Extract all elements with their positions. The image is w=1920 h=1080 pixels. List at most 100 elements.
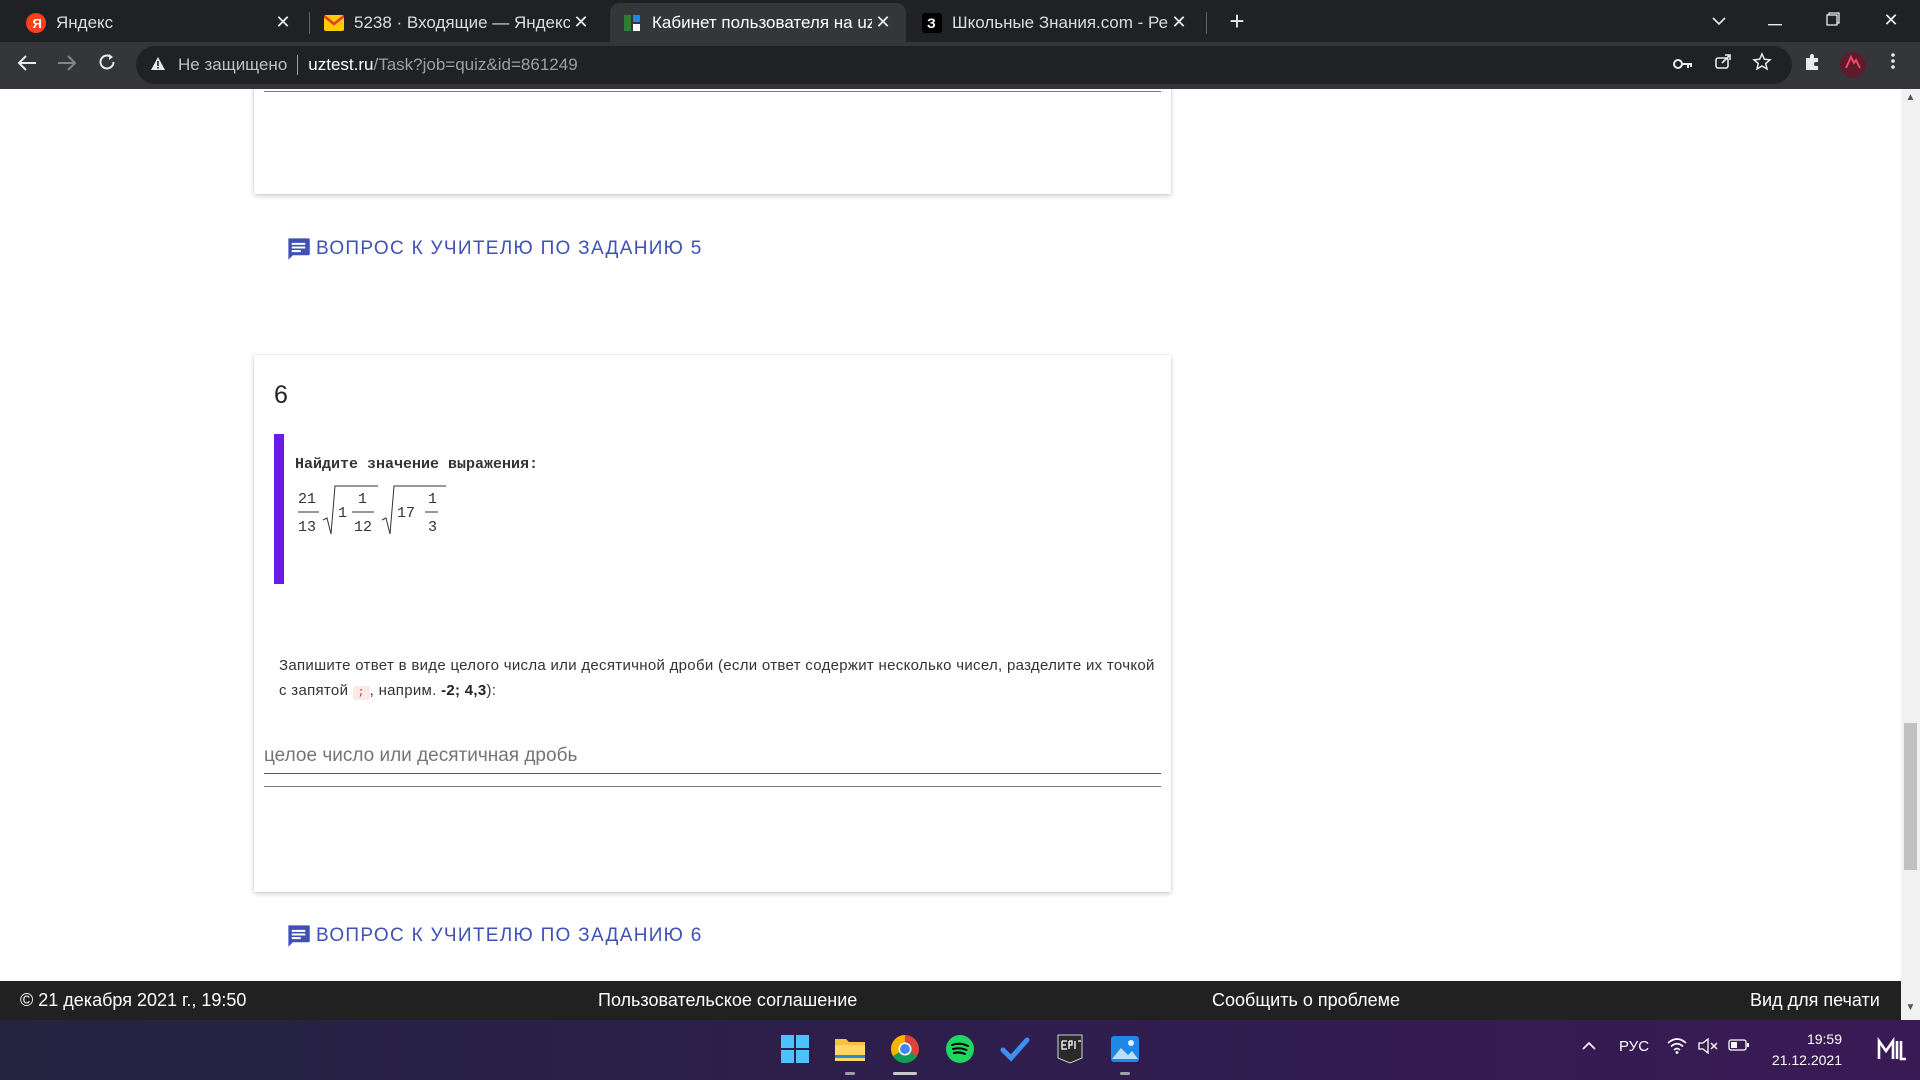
tab-separator <box>309 12 310 34</box>
reload-icon[interactable] <box>91 50 123 82</box>
yandex-icon: Я <box>26 12 46 33</box>
volume-muted-icon[interactable] <box>1698 1037 1718 1058</box>
url-host: uztest.ru <box>308 55 374 74</box>
footer-print-link[interactable]: Вид для печати <box>1750 990 1880 1011</box>
menu-kebab-icon[interactable] <box>1880 52 1906 78</box>
formula-coef-den: 13 <box>298 519 316 536</box>
tray-chevron-up-icon[interactable] <box>1581 1038 1597 1055</box>
forward-arrow-icon[interactable] <box>51 50 83 82</box>
wifi-icon[interactable] <box>1667 1038 1687 1058</box>
ask-teacher-link-5[interactable]: ВОПРОС К УЧИТЕЛЮ ПО ЗАДАНИЮ 5 <box>285 235 703 262</box>
window-close-icon[interactable]: ✕ <box>1866 4 1916 38</box>
address-bar[interactable]: Не защищено uztest.ru/Task?job=quiz&id=8… <box>136 46 1792 84</box>
tab-uztest[interactable]: Кабинет пользователя на uztest.ru ✕ <box>610 3 906 42</box>
system-clock[interactable]: 19:59 21.12.2021 <box>1770 1029 1842 1071</box>
tab-title: 5238 · Входящие — Яндекс.Почта <box>354 12 570 32</box>
formula-root2-num: 1 <box>428 491 437 508</box>
spotify-icon[interactable] <box>943 1032 977 1066</box>
bookmark-star-icon[interactable] <box>1749 52 1775 78</box>
question-card-5 <box>254 89 1171 194</box>
scrollbar-thumb[interactable] <box>1904 723 1917 870</box>
windows-taskbar: РУС 19:59 21.12.2021 <box>0 1020 1920 1080</box>
new-tab-plus-icon[interactable]: + <box>1222 7 1252 37</box>
znanija-icon: З <box>922 12 942 33</box>
ask-teacher-label: ВОПРОС К УЧИТЕЛЮ ПО ЗАДАНИЮ 6 <box>316 924 703 946</box>
taskbar-running-indicator <box>845 1072 855 1075</box>
extensions-puzzle-icon[interactable] <box>1799 52 1825 78</box>
separator-code: ; <box>352 686 370 700</box>
question-prompt: Найдите значение выражения: <box>295 456 539 473</box>
epic-games-icon[interactable] <box>1053 1032 1087 1066</box>
svg-text:З: З <box>927 15 936 31</box>
back-arrow-icon[interactable] <box>11 50 43 82</box>
clock-date: 21.12.2021 <box>1771 1052 1842 1068</box>
footer-copyright: © 21 декабря 2021 г., 19:50 <box>20 990 247 1010</box>
site-footer: © 21 декабря 2021 г., 19:50 Пользователь… <box>0 981 1901 1020</box>
taskbar-running-indicator <box>1120 1072 1130 1075</box>
page-scrollbar[interactable] <box>1901 89 1920 1020</box>
notification-logo-icon[interactable] <box>1875 1032 1909 1066</box>
close-icon[interactable]: ✕ <box>1168 12 1190 33</box>
key-icon[interactable] <box>1670 52 1696 78</box>
profile-avatar-icon[interactable] <box>1840 52 1866 78</box>
battery-icon[interactable] <box>1728 1038 1750 1056</box>
answer-underline <box>264 91 1161 92</box>
answer-instruction: Запишите ответ в виде целого числа или д… <box>279 653 1159 706</box>
formula-root1-den: 12 <box>354 519 372 536</box>
math-formula: 21 13 1 1 12 17 1 3 <box>298 485 446 536</box>
formula-root2-den: 3 <box>428 519 437 536</box>
warning-triangle-icon[interactable] <box>150 56 166 75</box>
footer-agreement-link[interactable]: Пользовательское соглашение <box>598 990 857 1011</box>
clock-time: 19:59 <box>1806 1031 1842 1047</box>
close-icon[interactable]: ✕ <box>872 12 894 33</box>
scroll-down-arrow-icon[interactable]: ▼ <box>1901 1002 1920 1016</box>
taskbar-active-indicator <box>893 1072 917 1075</box>
close-icon[interactable]: ✕ <box>272 12 294 33</box>
browser-tab-strip: Я Яндекс ✕ 5238 · Входящие — Яндекс.Почт… <box>0 0 1920 42</box>
restore-icon[interactable] <box>1808 4 1858 38</box>
photos-icon[interactable] <box>1108 1032 1142 1066</box>
minimize-icon[interactable] <box>1750 4 1800 38</box>
mail-icon <box>324 13 344 33</box>
tab-separator <box>1206 12 1207 34</box>
formula-coef-num: 21 <box>298 491 316 508</box>
instruction-text-2: , наприм. <box>369 682 442 699</box>
tab-yandex[interactable]: Я Яндекс ✕ <box>14 3 306 42</box>
browser-toolbar: Не защищено uztest.ru/Task?job=quiz&id=8… <box>0 42 1920 89</box>
ask-teacher-label: ВОПРОС К УЧИТЕЛЮ ПО ЗАДАНИЮ 5 <box>316 237 703 259</box>
svg-text:Я: Я <box>33 16 42 31</box>
todo-checkmark-icon[interactable] <box>998 1032 1032 1066</box>
chrome-icon[interactable] <box>888 1032 922 1066</box>
tab-title: Яндекс <box>56 12 114 32</box>
formula-root2-whole: 17 <box>397 505 415 522</box>
formula-root1-whole: 1 <box>338 505 347 522</box>
instruction-text-3: ): <box>486 682 497 699</box>
tab-yandex-mail[interactable]: 5238 · Входящие — Яндекс.Почта ✕ <box>312 3 604 42</box>
tab-znanija[interactable]: З Школьные Знания.com - Решаем ✕ <box>910 3 1202 42</box>
uztest-icon <box>622 13 642 33</box>
ask-teacher-link-6[interactable]: ВОПРОС К УЧИТЕЛЮ ПО ЗАДАНИЮ 6 <box>285 922 703 949</box>
windows-start-icon[interactable] <box>778 1032 812 1066</box>
page-content: ВОПРОС К УЧИТЕЛЮ ПО ЗАДАНИЮ 5 6 Найдите … <box>0 89 1901 981</box>
omnibox-divider <box>297 55 299 75</box>
input-language[interactable]: РУС <box>1619 1038 1649 1055</box>
security-label[interactable]: Не защищено <box>178 55 287 75</box>
question-body: Найдите значение выражения: 21 13 1 1 12… <box>274 434 774 584</box>
footer-report-link[interactable]: Сообщить о проблеме <box>1212 990 1400 1011</box>
question-card-6: 6 Найдите значение выражения: 21 13 1 1 … <box>254 355 1171 892</box>
url-path: /Task?job=quiz&id=861249 <box>373 55 578 74</box>
file-explorer-icon[interactable] <box>833 1032 867 1066</box>
answer-underline <box>264 786 1161 787</box>
answer-input[interactable] <box>264 738 1161 774</box>
share-icon[interactable] <box>1710 52 1736 78</box>
chat-bubble-icon <box>288 238 310 260</box>
tab-title: Школьные Знания.com - Решаем <box>952 12 1168 32</box>
instruction-example: -2; 4,3 <box>441 682 487 699</box>
scroll-up-arrow-icon[interactable]: ▲ <box>1901 92 1920 106</box>
tab-title: Кабинет пользователя на uztest.ru <box>652 12 872 32</box>
formula-root1-num: 1 <box>358 491 367 508</box>
chat-bubble-icon <box>288 925 310 947</box>
close-icon[interactable]: ✕ <box>570 12 592 33</box>
tab-search-chevron-icon[interactable] <box>1694 4 1744 38</box>
question-number: 6 <box>274 381 288 409</box>
